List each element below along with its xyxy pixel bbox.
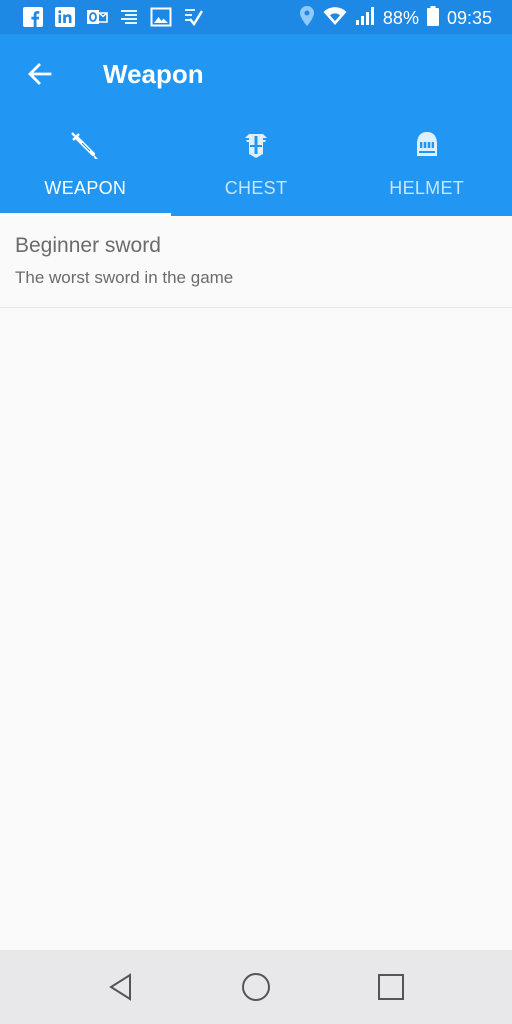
wifi-icon bbox=[323, 6, 347, 31]
recents-square-icon[interactable] bbox=[374, 970, 408, 1004]
helmet-icon bbox=[410, 128, 444, 162]
item-list: Beginner sword The worst sword in the ga… bbox=[0, 216, 512, 308]
list-item[interactable]: Beginner sword The worst sword in the ga… bbox=[0, 216, 512, 308]
tab-chest-label: CHEST bbox=[224, 178, 288, 198]
facebook-icon bbox=[22, 6, 44, 28]
navigation-bar bbox=[0, 950, 512, 1024]
status-bar: 88% 09:35 bbox=[0, 0, 512, 34]
home-circle-icon[interactable] bbox=[239, 970, 273, 1004]
tab-chest[interactable]: CHEST bbox=[171, 118, 342, 216]
tasks-icon bbox=[182, 6, 204, 28]
back-triangle-icon[interactable] bbox=[104, 970, 138, 1004]
signal-icon bbox=[355, 6, 375, 31]
app-bar: Weapon WEAPON CHEST HELMET bbox=[0, 34, 512, 216]
linkedin-icon bbox=[54, 6, 76, 28]
battery-percent: 88% bbox=[382, 8, 419, 28]
item-subtitle: The worst sword in the game bbox=[15, 268, 234, 287]
battery-icon bbox=[426, 6, 439, 31]
notes-icon bbox=[118, 6, 140, 28]
tab-helmet[interactable]: HELMET bbox=[341, 118, 512, 216]
tab-helmet-label: HELMET bbox=[389, 178, 465, 198]
item-title: Beginner sword bbox=[15, 234, 161, 257]
outlook-icon bbox=[86, 6, 108, 28]
tab-weapon[interactable]: WEAPON bbox=[0, 118, 171, 216]
chest-armor-icon bbox=[239, 128, 273, 162]
location-icon bbox=[299, 5, 315, 32]
clock: 09:35 bbox=[446, 8, 492, 28]
sword-icon bbox=[68, 128, 102, 162]
tab-bar: WEAPON CHEST HELMET bbox=[0, 118, 512, 216]
gallery-icon bbox=[150, 6, 172, 28]
tab-weapon-label: WEAPON bbox=[44, 178, 127, 198]
page-title: Weapon bbox=[103, 59, 204, 89]
back-arrow-icon[interactable] bbox=[24, 58, 56, 90]
